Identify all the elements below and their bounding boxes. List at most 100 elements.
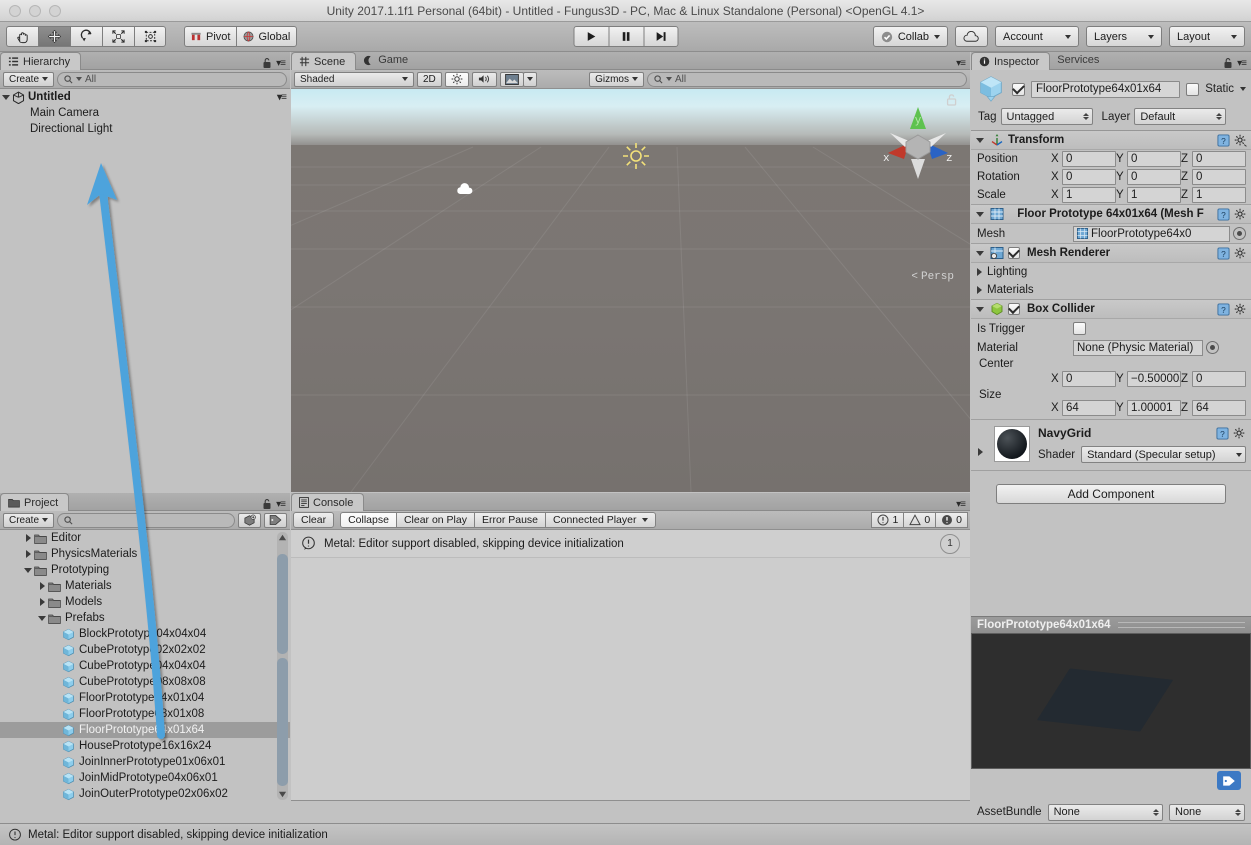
help-icon[interactable]: ? — [1217, 247, 1230, 260]
project-filter-type-button[interactable] — [238, 513, 261, 528]
scene-lighting-toggle[interactable] — [445, 72, 469, 87]
gear-icon[interactable] — [1234, 303, 1247, 316]
project-asset-tree[interactable]: EditorPhysicsMaterialsPrototypingMateria… — [0, 530, 290, 804]
project-scroll-thumb[interactable] — [277, 554, 288, 654]
cloud-button[interactable] — [955, 26, 988, 47]
expand-arrow-icon[interactable] — [974, 307, 986, 312]
scene-context-menu-icon[interactable]: ▾≡ — [277, 92, 286, 103]
mesh-object-field[interactable]: FloorPrototype64x0 — [1073, 226, 1230, 242]
scene-audio-toggle[interactable] — [472, 72, 497, 87]
static-dropdown-icon[interactable] — [1240, 87, 1246, 91]
transform-position-z-input[interactable]: 0 — [1192, 151, 1246, 167]
hand-tool-button[interactable] — [6, 26, 38, 47]
help-icon[interactable]: ? — [1216, 427, 1229, 440]
lock-icon[interactable] — [262, 57, 272, 69]
play-button[interactable] — [573, 26, 608, 47]
shader-dropdown[interactable]: Standard (Specular setup) — [1081, 446, 1246, 463]
expand-arrow-icon[interactable] — [36, 616, 48, 621]
tab-project[interactable]: Project — [0, 493, 69, 511]
center-z-input[interactable]: 0 — [1192, 371, 1246, 387]
scene-axis-gizmo[interactable]: y x z — [878, 103, 958, 183]
gear-icon[interactable] — [1234, 208, 1247, 221]
static-checkbox[interactable] — [1186, 83, 1199, 96]
transform-rotation-y-input[interactable]: 0 — [1127, 169, 1181, 185]
gear-icon[interactable] — [1234, 247, 1247, 260]
hierarchy-create-button[interactable]: Create — [3, 72, 54, 87]
project-prefab-row[interactable]: HousePrototype16x16x24 — [0, 738, 290, 754]
help-icon[interactable]: ? — [1217, 303, 1230, 316]
scene-viewport[interactable]: y x z <Persp — [291, 89, 970, 492]
collab-button[interactable]: Collab — [873, 26, 948, 47]
project-prefab-row[interactable]: PickupPrototype — [0, 802, 290, 804]
project-folder-row[interactable]: Models — [0, 594, 290, 610]
lighting-foldout[interactable]: Lighting — [971, 263, 1251, 281]
hierarchy-item-directional-light[interactable]: Directional Light — [0, 121, 290, 137]
directional-light-gizmo[interactable] — [621, 141, 651, 177]
center-x-input[interactable]: 0 — [1062, 371, 1116, 387]
mesh-filter-header[interactable]: Floor Prototype 64x01x64 (Mesh F ? — [971, 205, 1251, 224]
lock-icon[interactable] — [262, 498, 272, 510]
size-y-input[interactable]: 1.00001 — [1127, 400, 1181, 416]
scale-tool-button[interactable] — [102, 26, 134, 47]
hierarchy-scene-row[interactable]: Untitled ▾≡ — [0, 89, 290, 105]
console-info-count[interactable]: 1 — [871, 512, 904, 528]
console-clear-button[interactable]: Clear — [293, 512, 334, 528]
expand-arrow-icon[interactable] — [0, 95, 12, 100]
project-search-input[interactable] — [57, 513, 235, 528]
project-folder-row[interactable]: Prefabs — [0, 610, 290, 626]
is-trigger-checkbox[interactable] — [1073, 322, 1086, 335]
camera-gizmo[interactable] — [456, 182, 476, 200]
transform-position-y-input[interactable]: 0 — [1127, 151, 1181, 167]
object-enabled-checkbox[interactable] — [1012, 83, 1025, 96]
preview-header[interactable]: FloorPrototype64x01x64 — [971, 616, 1251, 633]
layout-dropdown[interactable]: Layout — [1169, 26, 1245, 47]
project-prefab-row[interactable]: JoinInnerPrototype01x06x01 — [0, 754, 290, 770]
preview-label-button[interactable] — [1217, 771, 1241, 790]
inspector-menu-icon[interactable]: ▾≡ — [1237, 58, 1246, 69]
project-create-button[interactable]: Create — [3, 513, 54, 528]
tag-dropdown[interactable]: Untagged — [1001, 108, 1093, 125]
preview-resize-grip[interactable] — [1118, 622, 1245, 628]
transform-scale-x-input[interactable]: 1 — [1062, 187, 1116, 203]
tab-services[interactable]: Services — [1050, 51, 1109, 69]
size-x-input[interactable]: 64 — [1062, 400, 1116, 416]
expand-arrow-icon[interactable] — [22, 534, 34, 542]
project-folder-row[interactable]: Materials — [0, 578, 290, 594]
project-prefab-row[interactable]: FloorPrototype64x01x64 — [0, 722, 290, 738]
expand-arrow-icon[interactable] — [974, 251, 986, 256]
account-dropdown[interactable]: Account — [995, 26, 1079, 47]
project-prefab-row[interactable]: JoinMidPrototype04x06x01 — [0, 770, 290, 786]
add-component-button[interactable]: Add Component — [996, 484, 1226, 504]
tab-inspector[interactable]: Inspector — [971, 52, 1050, 70]
scene-effects-toggle[interactable] — [500, 72, 524, 87]
status-bar[interactable]: Metal: Editor support disabled, skipping… — [0, 823, 1251, 845]
project-prefab-row[interactable]: CubePrototype08x08x08 — [0, 674, 290, 690]
help-icon[interactable]: ? — [1217, 208, 1230, 221]
physic-material-picker-button[interactable] — [1206, 341, 1219, 354]
console-warning-count[interactable]: 0 — [903, 512, 936, 528]
scene-effects-dropdown[interactable] — [523, 72, 537, 87]
project-prefab-row[interactable]: JoinOuterPrototype02x06x02 — [0, 786, 290, 802]
expand-arrow-icon[interactable] — [36, 598, 48, 606]
object-name-input[interactable]: FloorPrototype64x01x64 — [1031, 81, 1180, 98]
transform-rotation-x-input[interactable]: 0 — [1062, 169, 1116, 185]
project-prefab-row[interactable]: BlockPrototype04x04x04 — [0, 626, 290, 642]
transform-header[interactable]: Transform ? — [971, 131, 1251, 150]
console-connected-player-dropdown[interactable]: Connected Player — [545, 512, 656, 528]
layer-dropdown[interactable]: Default — [1134, 108, 1226, 125]
move-tool-button[interactable] — [38, 26, 70, 47]
project-prefab-row[interactable]: FloorPrototype04x01x04 — [0, 690, 290, 706]
project-folder-row[interactable]: Prototyping — [0, 562, 290, 578]
project-prefab-row[interactable]: CubePrototype02x02x02 — [0, 642, 290, 658]
expand-arrow-icon[interactable] — [974, 426, 986, 456]
rotate-tool-button[interactable] — [70, 26, 102, 47]
project-filter-label-button[interactable] — [264, 513, 287, 528]
hierarchy-search-input[interactable]: All — [57, 72, 287, 87]
gizmos-dropdown[interactable]: Gizmos — [589, 72, 644, 87]
assetbundle-dropdown[interactable]: None — [1048, 804, 1163, 821]
pause-button[interactable] — [608, 26, 643, 47]
transform-scale-y-input[interactable]: 1 — [1127, 187, 1181, 203]
mesh-renderer-header[interactable]: Mesh Renderer ? — [971, 244, 1251, 263]
global-toggle-button[interactable]: Global — [236, 26, 297, 47]
gear-icon[interactable] — [1233, 427, 1246, 440]
